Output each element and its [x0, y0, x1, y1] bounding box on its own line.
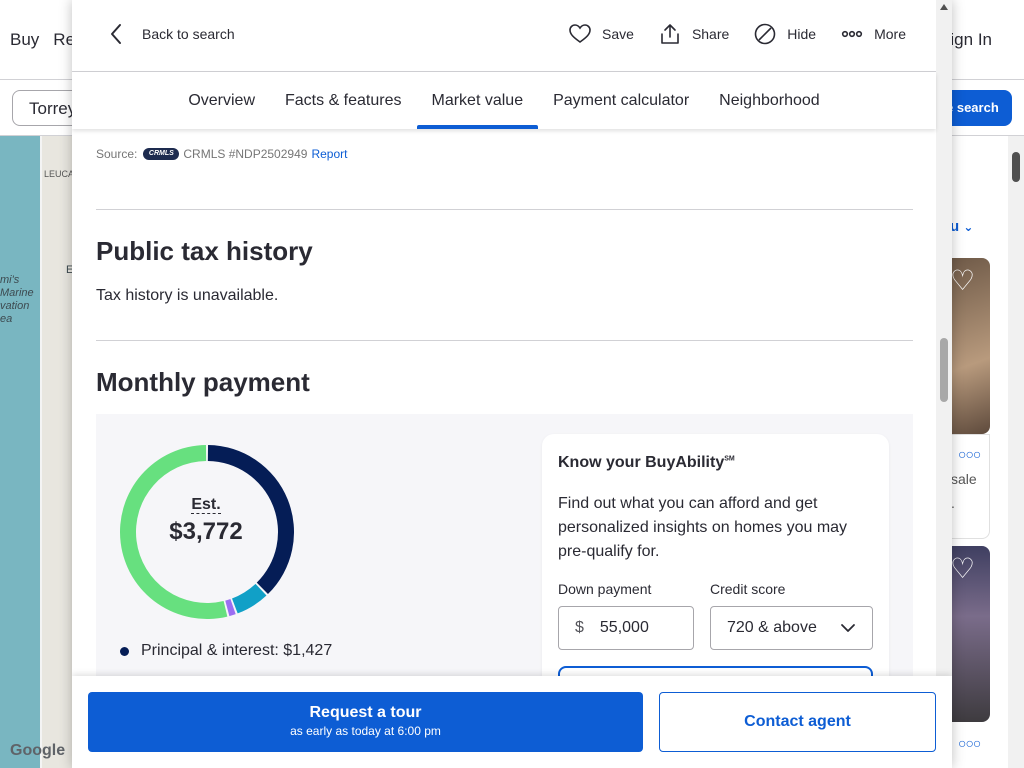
estimate-label[interactable]: Est. [166, 496, 246, 514]
mls-id: CRMLS #NDP2502949 [183, 147, 308, 161]
share-icon [661, 24, 679, 44]
sign-in-link[interactable]: ign In [950, 30, 992, 50]
heart-icon[interactable]: ♡ [950, 552, 975, 585]
nav-buy-link[interactable]: Buy [10, 30, 39, 49]
heart-icon[interactable]: ♡ [950, 264, 975, 297]
divider [96, 340, 913, 341]
buyability-card: Know your BuyAbilitySM Find out what you… [542, 434, 889, 706]
section-tabs: Overview Facts & features Market value P… [72, 72, 936, 129]
back-to-search-button[interactable]: Back to search [108, 22, 235, 46]
request-tour-label: Request a tour [309, 704, 422, 721]
down-payment-value: 55,000 [599, 619, 649, 636]
credit-score-select[interactable]: 720 & above [710, 606, 873, 650]
map-label: mi's Marine vation ea [0, 274, 34, 325]
modal-scrollbar[interactable] [936, 0, 952, 768]
legend-dot [120, 646, 129, 656]
tab-overview[interactable]: Overview [173, 72, 270, 129]
chevron-down-icon [841, 624, 855, 632]
back-label: Back to search [142, 26, 235, 42]
listing-card-photo[interactable]: ♡ [950, 258, 990, 434]
credit-score-label: Credit score [710, 581, 786, 597]
divider [96, 209, 913, 210]
request-tour-button[interactable]: Request a tour as early as today at 6:00… [88, 692, 643, 752]
buyability-description: Find out what you can afford and get per… [558, 495, 848, 560]
more-dots-icon [841, 30, 863, 38]
chevron-left-icon [111, 24, 121, 44]
modal-scrollbar-thumb[interactable] [940, 338, 948, 402]
sort-dropdown[interactable]: u ⌄ [950, 218, 973, 235]
currency-symbol: $ [575, 619, 584, 636]
modal-header: Back to search Save Share Hide More [72, 0, 952, 72]
tax-history-message: Tax history is unavailable. [96, 287, 279, 304]
heart-icon [569, 24, 591, 43]
report-link[interactable]: Report [311, 147, 347, 161]
monthly-payment-title: Monthly payment [96, 367, 310, 397]
crmls-logo: CRMLS [143, 148, 180, 160]
hide-icon [754, 23, 776, 45]
map-label: LEUCA [44, 169, 75, 179]
legend-item-principal-interest: Principal & interest: $1,427 [120, 642, 332, 660]
save-button[interactable]: Save [568, 22, 634, 46]
scroll-up-arrow-icon[interactable] [940, 4, 948, 10]
more-options-icon[interactable]: ○○○ [958, 446, 981, 462]
legend-label: Principal & interest: $1,427 [141, 642, 333, 659]
results-scrollbar[interactable] [1008, 136, 1024, 768]
donut-segment-segment-teal[interactable] [232, 583, 267, 614]
tab-payment-calculator[interactable]: Payment calculator [538, 72, 704, 129]
listing-card-photo[interactable]: ♡ [950, 546, 990, 722]
tab-market-value[interactable]: Market value [416, 72, 539, 129]
modal-footer: Request a tour as early as today at 6:00… [72, 676, 952, 768]
contact-agent-button[interactable]: Contact agent [659, 692, 936, 752]
monthly-payment-panel: Est. $3,772 Principal & interest: $1,427… [96, 414, 913, 706]
tax-history-title: Public tax history [96, 236, 313, 266]
estimate-amount: $3,772 [169, 518, 243, 545]
share-button[interactable]: Share [658, 22, 729, 46]
down-payment-label: Down payment [558, 581, 652, 597]
request-tour-sublabel: as early as today at 6:00 pm [290, 724, 441, 738]
source-prefix: Source: [96, 147, 138, 161]
tab-facts-features[interactable]: Facts & features [270, 72, 417, 129]
home-details-modal: Back to search Save Share Hide More Over… [72, 0, 952, 768]
more-options-icon[interactable]: ○○○ [958, 735, 981, 751]
down-payment-input[interactable]: $ 55,000 [558, 606, 694, 650]
google-logo: Google [10, 742, 66, 759]
hide-button[interactable]: Hide [753, 22, 816, 46]
tab-neighborhood[interactable]: Neighborhood [704, 72, 835, 129]
credit-score-value: 720 & above [727, 619, 817, 636]
header-actions: Save Share Hide More [544, 22, 906, 46]
map[interactable]: LEUCA mi's Marine vation ea E Google [0, 136, 80, 768]
buyability-title: Know your BuyAbilitySM [558, 454, 735, 471]
results-scrollbar-thumb[interactable] [1012, 152, 1020, 182]
listing-source: Source: CRMLS CRMLS #NDP2502949 Report [96, 147, 347, 161]
more-button[interactable]: More [840, 22, 906, 46]
